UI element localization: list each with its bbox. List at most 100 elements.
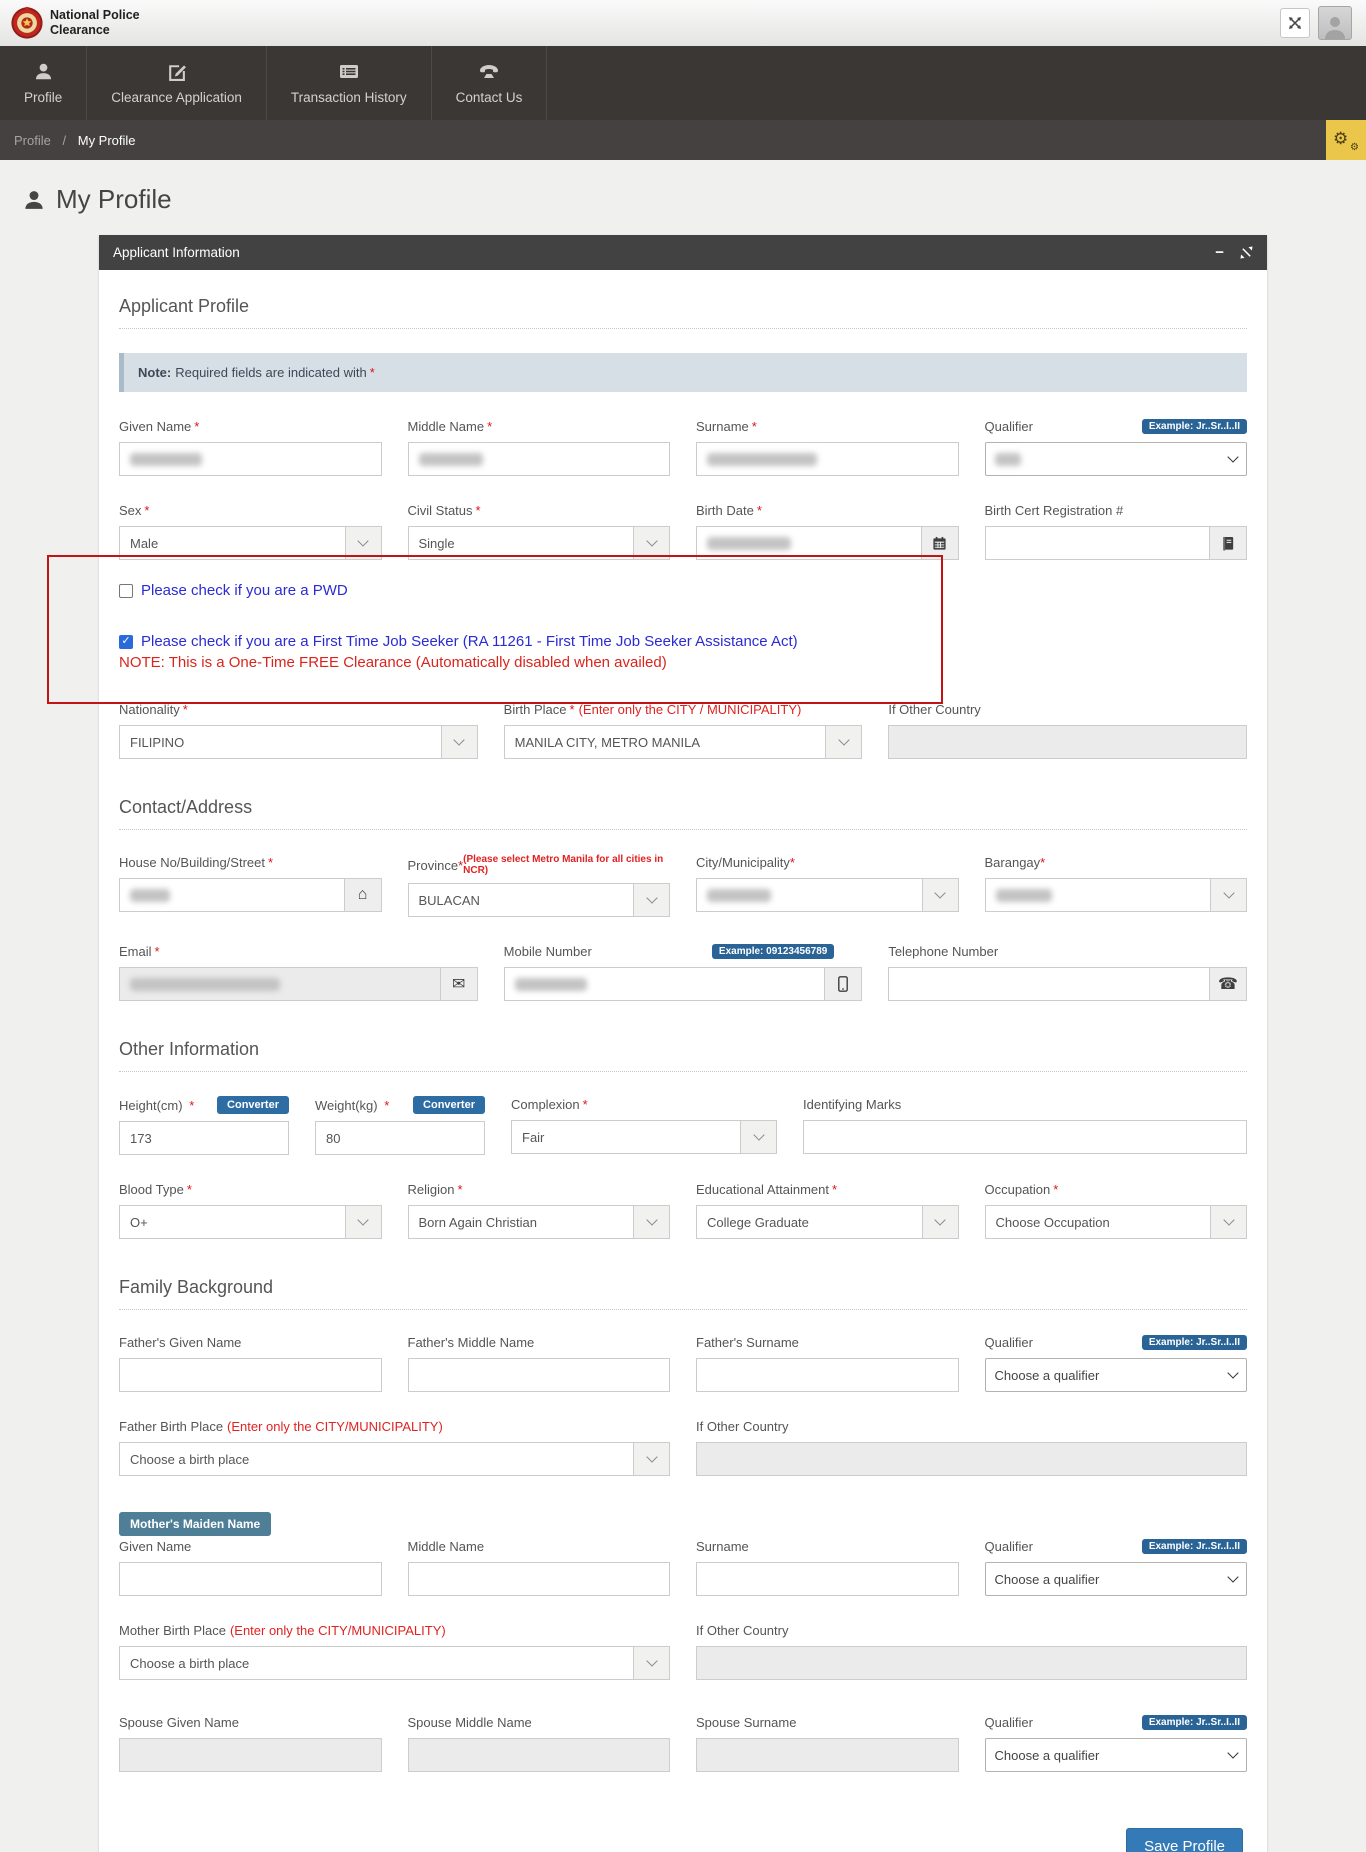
fullscreen-button[interactable]: [1280, 8, 1310, 38]
mother-given-name-input[interactable]: [119, 1562, 382, 1596]
given-name-input[interactable]: [119, 442, 382, 476]
field-father-middle-name: Father's Middle Name: [407, 1334, 670, 1392]
sex-select[interactable]: Male: [119, 526, 382, 560]
father-given-name-input[interactable]: [119, 1358, 382, 1392]
page: National Police Clearance Profile Cleara…: [0, 0, 1366, 1852]
chevron-down-icon: [825, 726, 862, 758]
section-contact-address: Contact/Address: [119, 797, 1247, 830]
person-icon: [35, 63, 51, 80]
field-mother-qualifier: Qualifier Example: Jr..Sr..I..II Choose …: [984, 1538, 1247, 1596]
pwd-checkbox[interactable]: [119, 583, 133, 598]
birth-date-input[interactable]: [696, 526, 921, 560]
barangay-select[interactable]: [984, 878, 1247, 912]
birth-place-select[interactable]: MANILA CITY, METRO MANILA: [503, 725, 863, 759]
field-province: Province * (Please select Metro Manila for…: [407, 854, 670, 917]
chevron-down-icon: [440, 726, 477, 758]
field-email: Email * ✉: [119, 943, 478, 1001]
father-qualifier-select[interactable]: Choose a qualifier: [984, 1358, 1247, 1392]
middle-name-input[interactable]: [407, 442, 670, 476]
mother-if-other-country-input: [696, 1646, 1247, 1680]
chevron-down-icon: [740, 1121, 776, 1153]
field-birth-date: Birth Date *: [696, 502, 959, 560]
occupation-select[interactable]: Choose Occupation: [984, 1205, 1247, 1239]
collapse-icon[interactable]: −: [1215, 245, 1224, 260]
spouse-qualifier-select[interactable]: Choose a qualifier: [984, 1738, 1247, 1772]
email-input: [119, 967, 440, 1001]
chevron-down-icon: [1210, 879, 1246, 911]
identifying-marks-input[interactable]: [803, 1120, 1247, 1154]
person-silhouette-icon: [1325, 17, 1345, 39]
weight-input[interactable]: 80: [315, 1121, 485, 1155]
province-select[interactable]: BULACAN: [407, 883, 670, 917]
educational-attainment-select[interactable]: College Graduate: [696, 1205, 959, 1239]
nav-transaction-history[interactable]: Transaction History: [267, 46, 432, 120]
surname-input[interactable]: [696, 442, 959, 476]
father-surname-input[interactable]: [696, 1358, 959, 1392]
field-city: City/Municipality *: [696, 854, 959, 917]
gear-small-icon: ⚙: [1350, 142, 1359, 153]
civil-status-select[interactable]: Single: [407, 526, 670, 560]
settings-button[interactable]: ⚙ ⚙: [1326, 120, 1366, 160]
field-qualifier: Qualifier Example: Jr..Sr..I..II: [984, 418, 1247, 476]
field-spouse-surname: Spouse Surname: [696, 1714, 959, 1772]
religion-select[interactable]: Born Again Christian: [407, 1205, 670, 1239]
field-educational-attainment: Educational Attainment * College Graduat…: [696, 1181, 959, 1239]
father-middle-name-input[interactable]: [407, 1358, 670, 1392]
field-occupation: Occupation * Choose Occupation: [984, 1181, 1247, 1239]
mother-birth-place-select[interactable]: Choose a birth place: [119, 1646, 670, 1680]
chevron-down-icon: [633, 884, 669, 916]
mothers-maiden-name-badge: Mother's Maiden Name: [119, 1512, 272, 1536]
edit-icon: [169, 65, 187, 81]
field-father-if-other-country: If Other Country: [696, 1418, 1247, 1476]
redacted-value: [130, 888, 170, 902]
section-applicant-profile: Applicant Profile: [119, 296, 1247, 329]
nav-profile[interactable]: Profile: [0, 46, 88, 120]
list-icon: [339, 65, 358, 78]
envelope-icon: ✉: [439, 967, 478, 1001]
nav-clearance-application[interactable]: Clearance Application: [87, 46, 267, 120]
mother-middle-name-input[interactable]: [407, 1562, 670, 1596]
blood-type-select[interactable]: O+: [119, 1205, 382, 1239]
check-icon: ✓: [121, 635, 131, 647]
father-birth-place-select[interactable]: Choose a birth place: [119, 1442, 670, 1476]
mother-surname-input[interactable]: [696, 1562, 959, 1596]
user-icon: [25, 190, 43, 209]
first-time-job-seeker-checkbox[interactable]: ✓: [119, 634, 133, 649]
field-barangay: Barangay *: [984, 854, 1247, 917]
complexion-select[interactable]: Fair: [511, 1120, 777, 1154]
save-profile-button[interactable]: Save Profile: [1126, 1828, 1243, 1852]
nav-label: Profile: [24, 90, 63, 105]
field-spouse-given-name: Spouse Given Name: [119, 1714, 382, 1772]
chevron-down-icon: [1227, 451, 1239, 463]
brand-line1: National Police: [50, 8, 140, 22]
telephone-input[interactable]: [888, 967, 1209, 1001]
pnp-seal-logo: [11, 6, 43, 39]
field-given-name: Given Name *: [119, 418, 382, 476]
chevron-down-icon: [921, 879, 958, 911]
field-if-other-country: If Other Country: [888, 701, 1247, 759]
redacted-value: [418, 452, 483, 466]
pwd-checkbox-label[interactable]: Please check if you are a PWD: [141, 582, 348, 599]
house-input[interactable]: [119, 878, 344, 912]
qualifier-select[interactable]: [984, 442, 1247, 476]
height-input[interactable]: 173: [119, 1121, 289, 1155]
spouse-middle-name-input: [407, 1738, 670, 1772]
avatar[interactable]: [1318, 6, 1352, 40]
chevron-down-icon: [633, 1206, 669, 1238]
arrows-expand-icon: [1289, 17, 1301, 29]
mobile-input[interactable]: [503, 967, 825, 1001]
field-telephone: Telephone Number ☎: [888, 943, 1247, 1001]
nationality-select[interactable]: FILIPINO: [119, 725, 478, 759]
phone-icon: [480, 65, 499, 78]
city-select[interactable]: [696, 878, 959, 912]
birth-cert-input[interactable]: [984, 526, 1209, 560]
field-father-surname: Father's Surname: [696, 1334, 959, 1392]
mother-qualifier-select[interactable]: Choose a qualifier: [984, 1562, 1247, 1596]
nav-contact-us[interactable]: Contact Us: [432, 46, 548, 120]
height-converter-button[interactable]: Converter: [217, 1096, 289, 1114]
breadcrumb-profile-link[interactable]: Profile: [14, 133, 51, 148]
first-time-job-seeker-label[interactable]: Please check if you are a First Time Job…: [141, 633, 798, 650]
field-house: House No/Building/Street * ⌂: [119, 854, 382, 917]
expand-diagonal-icon[interactable]: [1240, 246, 1253, 259]
weight-converter-button[interactable]: Converter: [413, 1096, 485, 1114]
